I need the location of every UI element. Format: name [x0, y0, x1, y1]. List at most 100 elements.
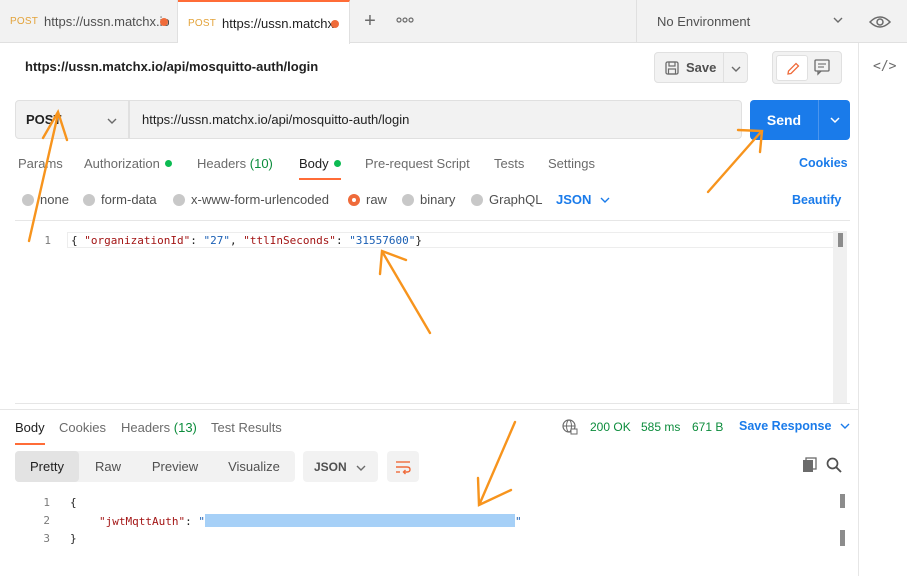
tab-settings[interactable]: Settings — [548, 156, 595, 171]
comments-button[interactable] — [813, 58, 831, 79]
request-body-editor[interactable]: 1 { "organizationId": "27", "ttlInSecond… — [15, 220, 850, 404]
code-snippet-icon[interactable]: </> — [873, 59, 896, 74]
response-scrollbar-thumb[interactable] — [840, 530, 845, 546]
tab-title: https://ussn.matchx.io/api/mosquitto-aut… — [222, 15, 334, 31]
beautify-link[interactable]: Beautify — [792, 193, 841, 207]
brace: { — [71, 234, 78, 247]
more-tabs-icon[interactable] — [396, 14, 416, 30]
json-key: "jwtMqttAuth" — [99, 515, 186, 528]
response-divider[interactable] — [0, 409, 858, 410]
tab-bar: POST https://ussn.matchx.io/api/mosquitt… — [0, 0, 907, 44]
url-input[interactable] — [129, 100, 742, 139]
json-comma: , — [229, 234, 244, 247]
tab-tests[interactable]: Tests — [494, 156, 524, 171]
tab-method: POST — [188, 17, 217, 29]
json-quote: " — [198, 515, 205, 528]
headers-count: (10) — [249, 156, 273, 171]
status-dot-icon — [333, 160, 341, 167]
wrap-lines-icon — [396, 461, 411, 475]
copy-icon[interactable] — [802, 457, 818, 473]
radio-graphql[interactable]: GraphQL — [471, 192, 542, 207]
radio-label: form-data — [101, 192, 157, 207]
json-separator: : — [335, 234, 350, 247]
save-dropdown-button[interactable] — [724, 52, 748, 83]
radio-urlencoded[interactable]: x-www-form-urlencoded — [173, 192, 329, 207]
response-tab-headers[interactable]: Headers (13) — [121, 420, 197, 435]
chevron-down-icon — [600, 197, 610, 203]
tab-body[interactable]: Body — [299, 156, 341, 180]
json-quote: " — [514, 515, 522, 528]
radio-circle — [22, 193, 34, 206]
json-separator: : — [185, 515, 199, 528]
response-tab-cookies[interactable]: Cookies — [59, 420, 106, 435]
radio-none[interactable]: none — [22, 192, 69, 207]
view-raw-button[interactable]: Raw — [79, 451, 137, 482]
radio-binary[interactable]: binary — [402, 192, 455, 207]
request-tab-2[interactable]: POST https://ussn.matchx.io/api/mosquitt… — [178, 0, 350, 44]
send-button[interactable]: Send — [750, 100, 818, 140]
tab-params[interactable]: Params — [18, 156, 63, 171]
method-select[interactable]: POST — [15, 100, 129, 139]
response-tab-body[interactable]: Body — [15, 420, 45, 445]
chevron-down-icon — [840, 423, 850, 429]
tab-headers[interactable]: Headers (10) — [197, 156, 273, 171]
send-dropdown-button[interactable] — [818, 100, 850, 140]
response-tab-test-results[interactable]: Test Results — [211, 420, 282, 435]
wrap-lines-button[interactable] — [387, 451, 419, 482]
tab-prerequest-script[interactable]: Pre-request Script — [365, 156, 470, 171]
tab-headers-label: Headers — [197, 156, 247, 171]
radio-label: GraphQL — [489, 192, 543, 207]
tab-authorization-label: Authorization — [84, 156, 160, 171]
response-body-viewer[interactable]: 1 2 3 { "jwtMqttAuth": " " } — [15, 492, 850, 576]
line-number: 3 — [43, 532, 50, 545]
radio-raw[interactable]: raw — [348, 192, 387, 207]
radio-label: raw — [366, 192, 387, 207]
body-language-select[interactable]: JSON — [556, 192, 611, 207]
save-response-button[interactable]: Save Response — [739, 419, 851, 433]
radio-form-data[interactable]: form-data — [83, 192, 157, 207]
chevron-down-icon — [830, 117, 840, 124]
search-icon[interactable] — [826, 457, 842, 473]
response-scrollbar-thumb[interactable] — [840, 494, 845, 508]
eye-icon[interactable] — [868, 12, 894, 32]
tab-authorization[interactable]: Authorization — [84, 156, 172, 171]
response-format-select[interactable]: JSON — [303, 451, 378, 482]
edit-button[interactable] — [776, 55, 808, 81]
request-tabs: Params Authorization Headers (10) Body P… — [0, 152, 858, 180]
status-code[interactable]: 200 OK — [590, 420, 631, 434]
json-key: "ttlInSeconds" — [243, 234, 336, 247]
radio-circle — [471, 193, 483, 206]
radio-circle-selected — [348, 193, 360, 206]
view-pretty-button[interactable]: Pretty — [15, 451, 79, 482]
radio-label: none — [40, 192, 69, 207]
save-label: Save — [686, 60, 717, 75]
view-visualize-button[interactable]: Visualize — [213, 451, 295, 482]
radio-circle — [402, 193, 414, 206]
brace: } — [70, 532, 77, 545]
response-json-line: "jwtMqttAuth": " " — [99, 514, 522, 528]
response-size[interactable]: 671 B — [692, 420, 723, 434]
editor-scrollbar-track[interactable] — [833, 231, 847, 403]
line-number: 1 — [43, 496, 50, 509]
request-tab-1[interactable]: POST https://ussn.matchx.io/api/mosquitt… — [0, 0, 178, 43]
json-key: "organizationId" — [84, 234, 191, 247]
cookies-link[interactable]: Cookies — [799, 156, 848, 170]
chevron-down-icon — [731, 66, 741, 72]
brace: } — [415, 234, 423, 247]
redacted-token — [204, 514, 515, 527]
view-preview-button[interactable]: Preview — [137, 451, 213, 482]
response-time[interactable]: 585 ms — [641, 420, 680, 434]
chevron-down-icon — [833, 17, 843, 23]
right-sidebar: </> — [858, 43, 907, 576]
pencil-icon — [787, 62, 800, 75]
radio-circle — [83, 193, 95, 206]
editor-scrollbar-thumb[interactable] — [838, 233, 843, 247]
globe-lock-icon[interactable] — [561, 418, 579, 436]
save-button[interactable]: Save — [654, 52, 724, 83]
method-value: POST — [26, 112, 62, 127]
request-title[interactable]: https://ussn.matchx.io/api/mosquitto-aut… — [25, 59, 318, 74]
unsaved-dot-icon — [331, 20, 339, 28]
chevron-down-icon — [356, 465, 366, 471]
new-tab-plus-icon[interactable]: + — [360, 11, 380, 31]
environment-selector[interactable]: No Environment — [636, 0, 858, 43]
